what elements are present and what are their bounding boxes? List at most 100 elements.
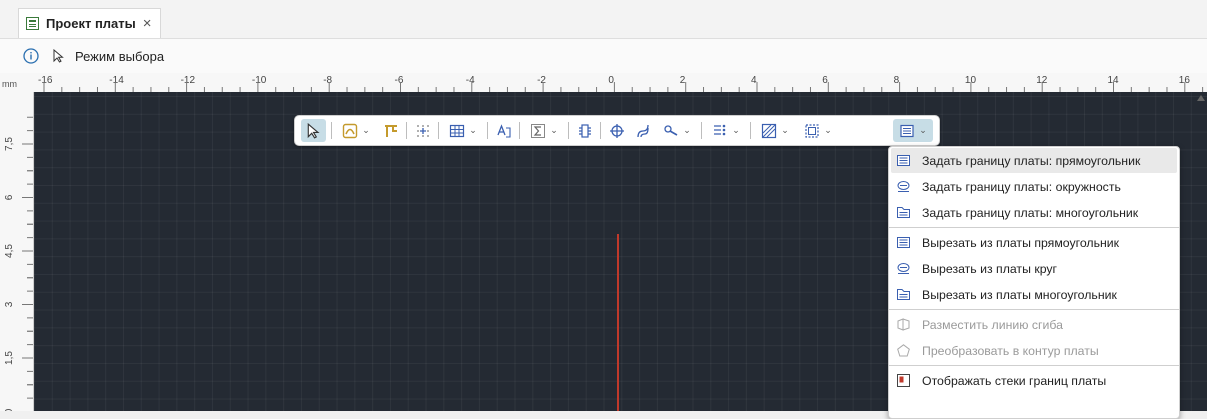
route-tool-button[interactable]: ⌄ [337,119,375,142]
menu-item-label: Вырезать из платы круг [922,261,1058,276]
menu-item-set-rect-outline[interactable]: Задать границу платы: прямоугольник [891,148,1177,173]
toolbar-separator [701,122,702,139]
stack-display-icon [897,374,910,387]
table-tool-button[interactable]: ⌄ [444,119,482,142]
align-tool-button[interactable] [412,119,434,142]
chevron-down-icon: ⌄ [550,125,558,135]
toolbar-separator [519,122,520,139]
menu-item-fold-line[interactable]: Разместить линию сгиба [891,312,1177,337]
toolbar-separator [750,122,751,139]
toolbar-separator [600,122,601,139]
menu-item-set-circle-outline[interactable]: Задать границу платы: окружность [891,174,1177,199]
menu-item-label: Задать границу платы: многоугольник [922,205,1139,220]
menu-item-cut-polygon[interactable]: Вырезать из платы многоугольник [891,282,1177,307]
menu-item-label: Задать границу платы: прямоугольник [922,153,1141,168]
ruler-tick-label: -10 [252,75,267,86]
keepout-tool-button[interactable]: ⌄ [799,119,837,142]
ruler-tick-label: -8 [323,75,332,86]
menu-separator [889,309,1179,310]
polygon-outline-icon [897,207,910,218]
ruler-tick-label: -6 [395,75,404,86]
layers-tool-button[interactable]: ⌄ [707,119,745,142]
ruler-tick-label: -16 [38,75,53,86]
toolbar-separator [438,122,439,139]
menu-item-label: Задать границу платы: окружность [922,179,1121,194]
floating-toolbar: ⌄ ⌄ ⌄ ⌄ ⌄ ⌄ ⌄ ⌄ [294,115,940,146]
horizontal-ruler: -16 -14 -12 -10 -8 -6 -4 -2 0 2 4 6 8 10 12 14 16 mm [0,73,1207,93]
sum-tool-button[interactable]: ⌄ [525,119,563,142]
tab-title: Проект платы [46,16,136,31]
toolbar-separator [487,122,488,139]
layers-icon [714,124,726,135]
ruler-tick-label: 8 [894,75,900,86]
menu-item-convert-outline[interactable]: Преобразовать в контур платы [891,338,1177,363]
menu-separator [889,365,1179,366]
fold-line-icon [897,318,910,331]
hatch-tool-button[interactable]: ⌄ [756,119,794,142]
ruler-tick-label: 4,5 [4,244,15,258]
text-tool-button[interactable] [493,119,515,142]
info-icon[interactable] [23,48,39,64]
ruler-unit: mm [2,79,17,89]
menu-item-label: Вырезать из платы прямоугольник [922,235,1120,250]
chevron-down-icon: ⌄ [824,125,832,135]
text-icon [497,123,511,138]
menu-item-label: Разместить линию сгиба [922,317,1063,332]
origin-line [617,234,619,411]
tab-board-project[interactable]: Проект платы × [18,8,161,38]
menu-item-label: Преобразовать в контур платы [922,343,1099,358]
chevron-down-icon: ⌄ [732,125,740,135]
menu-item-show-stacks[interactable]: Отображать стеки границ платы [891,368,1177,393]
mode-bar: Режим выбора [0,39,1207,73]
ruler-tick-label: 3 [4,301,15,307]
component-icon [579,123,591,138]
ruler-tick-label: -12 [181,75,196,86]
toolbar-separator [568,122,569,139]
vertical-ruler: 7,564,531,50 [0,92,34,411]
wire-tool-button[interactable] [380,119,402,142]
close-icon[interactable]: × [143,16,152,31]
ruler-tick-label: 6 [4,194,15,200]
rect-cut-icon [897,237,910,248]
cursor-icon [307,122,320,139]
menu-item-label: Вырезать из платы многоугольник [922,287,1117,302]
table-icon [450,124,465,137]
ruler-tick-label: -14 [109,75,124,86]
ruler-tick-label: 1,5 [4,351,15,365]
ruler-tick-label: -2 [537,75,546,86]
chevron-down-icon: ⌄ [469,125,477,135]
route-icon [343,123,358,138]
ruler-tick-label: 7,5 [4,137,15,151]
via-icon [610,123,624,138]
ruler-tick-label: 2 [680,75,686,86]
chevron-down-icon: ⌄ [683,125,691,135]
chevron-down-icon: ⌄ [362,125,370,135]
via-tool-button[interactable] [606,119,628,142]
hatch-icon [762,123,777,138]
menu-item-cut-rect[interactable]: Вырезать из платы прямоугольник [891,230,1177,255]
ruler-tick-label: 0 [608,75,614,86]
chevron-down-icon: ⌄ [919,125,927,135]
board-outline-menu: Задать границу платы: прямоугольник Зада… [888,146,1180,419]
rect-outline-icon [897,155,910,166]
menu-item-cut-circle[interactable]: Вырезать из платы круг [891,256,1177,281]
probe-tool-button[interactable]: ⌄ [658,119,696,142]
ruler-tick-label: -4 [466,75,475,86]
grid-points-icon [417,124,429,137]
component-tool-button[interactable] [574,119,596,142]
toolbar-separator [406,122,407,139]
select-tool-button[interactable] [301,119,326,142]
scroll-up-arrow[interactable] [1197,95,1205,101]
diff-pair-tool-button[interactable] [632,119,654,142]
board-outline-icon [900,124,914,137]
sum-icon [531,123,546,138]
diff-pair-icon [637,124,649,137]
menu-item-set-polygon-outline[interactable]: Задать границу платы: многоугольник [891,200,1177,225]
ruler-tick-label: 4 [751,75,757,86]
polygon-cut-icon [897,289,910,300]
toolbar-separator [331,122,332,139]
board-outline-tool-button[interactable]: ⌄ [893,119,933,142]
tab-bar: Проект платы × [0,0,1207,39]
wire-icon [385,124,397,137]
chevron-down-icon: ⌄ [781,125,789,135]
